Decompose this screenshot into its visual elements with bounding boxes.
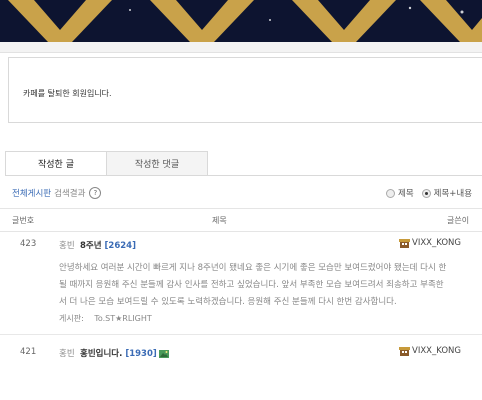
board-name-link[interactable]: 전체게시판 (12, 187, 51, 199)
board-label: 게시판: (59, 314, 84, 323)
post-title[interactable]: 8주년 (80, 241, 102, 251)
excerpt-line: 될 때까지 응원해 주신 분들께 감사 인사를 전하고 싶었습니다. 앞서 부족… (59, 280, 444, 290)
search-scope-radio-group: 제목 제목+내용 (386, 187, 480, 199)
post-number: 423 (20, 239, 37, 249)
tab-divider (5, 175, 482, 176)
header-title: 제목 (212, 216, 227, 225)
tab-written-posts[interactable]: 작성한 글 (5, 151, 107, 176)
comment-count[interactable]: [1930] (125, 349, 156, 359)
banner-divider (0, 42, 482, 53)
member-level-icon (399, 346, 410, 356)
post-author[interactable]: VIXX_KONG (399, 346, 461, 356)
post-author[interactable]: VIXX_KONG (399, 238, 461, 248)
table-header: 글번호 제목 글쓴이 (0, 208, 482, 232)
excerpt-line: 안녕하세요 여러분 시간이 빠르게 지나 8주년이 됐네요 좋은 시기에 좋은 … (59, 263, 447, 273)
help-icon[interactable]: ? (89, 187, 102, 199)
radio-title[interactable] (386, 188, 395, 198)
radio-title-content[interactable] (421, 188, 431, 198)
excerpt-line: 서 더 나은 모습 보여드릴 수 있도록 노력하겠습니다. 응원해 주신 분들께… (59, 297, 397, 307)
author-name[interactable]: VIXX_KONG (412, 346, 461, 356)
post-title[interactable]: 홍빈입니다. (80, 349, 122, 359)
profile-tabs: 작성한 글 작성한 댓글 (5, 151, 208, 176)
search-result-label: 검색결과 (54, 189, 86, 199)
post-number: 421 (20, 347, 37, 357)
withdrawn-member-notice: 카페를 탈퇴한 회원입니다. (8, 57, 482, 123)
board-value-link[interactable]: To.ST★RLIGHT (94, 314, 151, 323)
post-prefix: 홍빈 (59, 349, 75, 359)
header-author: 글쓴이 (447, 216, 470, 225)
radio-title-content-label: 제목+내용 (433, 189, 473, 199)
notice-text: 카페를 탈퇴한 회원입니다. (23, 89, 112, 98)
post-prefix: 홍빈 (59, 241, 75, 251)
comment-count[interactable]: [2624] (105, 241, 136, 251)
post-excerpt[interactable]: 안녕하세요 여러분 시간이 빠르게 지나 8주년이 됐네요 좋은 시기에 좋은 … (59, 260, 482, 311)
post-board-info: 게시판: To.ST★RLIGHT (59, 313, 152, 324)
member-level-icon (399, 238, 410, 248)
image-attachment-icon (158, 349, 169, 358)
post-title-link[interactable]: 홍빈입니다. [1930] (80, 347, 169, 359)
author-name[interactable]: VIXX_KONG (412, 238, 461, 248)
cafe-banner (0, 0, 482, 42)
tab-written-comments[interactable]: 작성한 댓글 (106, 151, 208, 176)
radio-title-label: 제목 (398, 189, 414, 199)
row-divider (0, 334, 482, 335)
header-number: 글번호 (12, 216, 35, 225)
post-title-link[interactable]: 8주년 [2624] (80, 239, 136, 251)
filter-row: 전체게시판 검색결과 ? (12, 187, 102, 199)
